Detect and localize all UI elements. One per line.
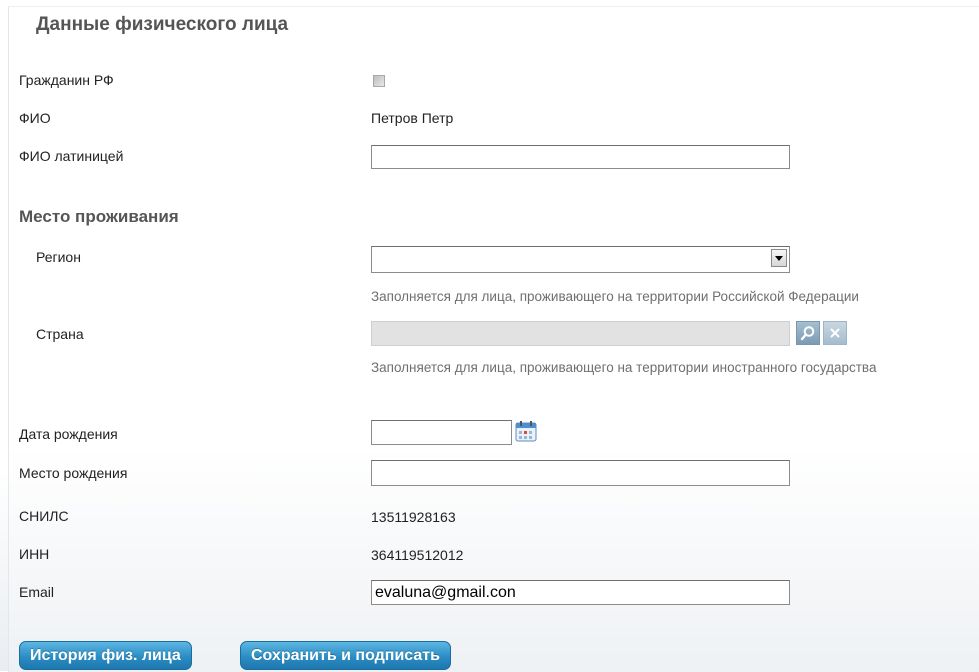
citizen-label: Гражданин РФ — [19, 72, 114, 88]
country-hint: Заполняется для лица, проживающего на те… — [371, 360, 877, 375]
birth-date-label: Дата рождения — [19, 426, 118, 442]
search-icon[interactable] — [796, 321, 820, 345]
inn-label: ИНН — [19, 546, 50, 562]
section-title-residence: Место проживания — [19, 207, 179, 226]
email-label: Email — [19, 584, 55, 600]
fio-label: ФИО — [19, 110, 51, 126]
fio-latin-input[interactable] — [371, 145, 790, 169]
email-input[interactable] — [371, 580, 790, 605]
country-label: Страна — [36, 326, 84, 342]
birth-date-input[interactable] — [371, 420, 512, 445]
region-hint: Заполняется для лица, проживающего на те… — [371, 289, 859, 304]
region-label: Регион — [36, 249, 81, 265]
fio-value: Петров Петр — [371, 110, 454, 126]
birth-place-label: Место рождения — [19, 465, 128, 481]
close-icon[interactable] — [823, 321, 847, 345]
fio-latin-label: ФИО латиницей — [19, 148, 124, 164]
inn-value: 364119512012 — [371, 547, 464, 563]
section-title-person: Данные физического лица — [36, 14, 289, 35]
save-sign-button[interactable]: Сохранить и подписать — [240, 641, 451, 670]
country-input — [371, 321, 790, 346]
birth-place-input[interactable] — [371, 460, 790, 486]
chevron-down-icon[interactable] — [771, 249, 787, 267]
snils-label: СНИЛС — [19, 508, 69, 524]
region-select[interactable] — [371, 246, 790, 273]
citizen-checkbox[interactable] — [373, 75, 385, 87]
history-button[interactable]: История физ. лица — [19, 641, 192, 670]
calendar-icon[interactable] — [515, 420, 537, 442]
snils-value: 13511928163 — [371, 509, 456, 525]
